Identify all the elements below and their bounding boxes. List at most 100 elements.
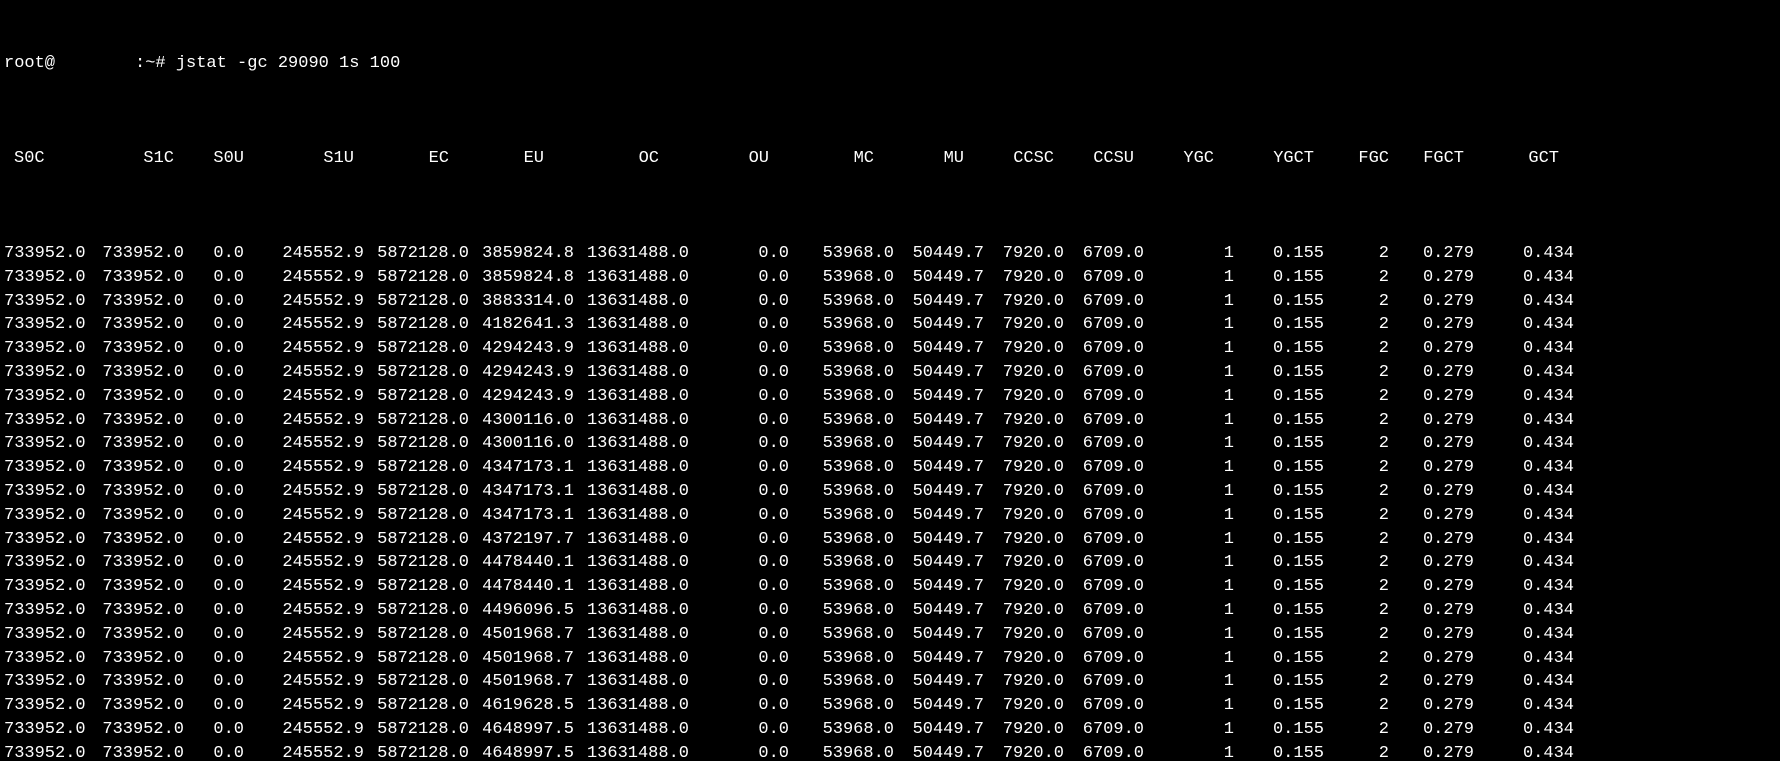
hdr-s1c: S1C [89, 147, 184, 171]
table-row: 733952.0733952.00.0245552.95872128.04501… [4, 647, 1776, 671]
cell: 13631488.0 [574, 480, 689, 504]
cell: 4294243.9 [469, 361, 574, 385]
cell: 0.0 [184, 290, 244, 314]
table-row: 733952.0733952.00.0245552.95872128.03859… [4, 242, 1776, 266]
cell: 13631488.0 [574, 242, 689, 266]
cell: 2 [1324, 432, 1389, 456]
cell: 0.0 [689, 385, 789, 409]
cell: 53968.0 [789, 456, 894, 480]
cell: 1 [1144, 385, 1234, 409]
cell: 2 [1324, 575, 1389, 599]
cell: 13631488.0 [574, 337, 689, 361]
cell: 0.0 [184, 361, 244, 385]
cell: 1 [1144, 742, 1234, 761]
cell: 0.155 [1234, 694, 1324, 718]
cell: 245552.9 [244, 504, 364, 528]
cell: 1 [1144, 409, 1234, 433]
cell: 13631488.0 [574, 551, 689, 575]
terminal[interactable]: root@:~# jstat -gc 29090 1s 100 S0C S1C … [0, 0, 1780, 761]
cell: 733952.0 [4, 385, 89, 409]
cell: 0.155 [1234, 670, 1324, 694]
hdr-mu: MU [894, 147, 984, 171]
cell: 50449.7 [894, 694, 984, 718]
cell: 733952.0 [89, 718, 184, 742]
cell: 0.0 [689, 742, 789, 761]
cell: 7920.0 [984, 290, 1064, 314]
cell: 53968.0 [789, 647, 894, 671]
cell: 13631488.0 [574, 266, 689, 290]
cell: 733952.0 [89, 337, 184, 361]
cell: 0.279 [1389, 504, 1474, 528]
cell: 53968.0 [789, 480, 894, 504]
cell: 0.0 [689, 694, 789, 718]
cell: 0.0 [689, 313, 789, 337]
cell: 7920.0 [984, 575, 1064, 599]
cell: 733952.0 [4, 504, 89, 528]
cell: 245552.9 [244, 623, 364, 647]
cell: 13631488.0 [574, 409, 689, 433]
cell: 0.434 [1474, 337, 1574, 361]
cell: 50449.7 [894, 290, 984, 314]
cell: 1 [1144, 290, 1234, 314]
cell: 53968.0 [789, 670, 894, 694]
cell: 6709.0 [1064, 456, 1144, 480]
cell: 733952.0 [89, 599, 184, 623]
cell: 53968.0 [789, 266, 894, 290]
cell: 6709.0 [1064, 551, 1144, 575]
cell: 1 [1144, 528, 1234, 552]
cell: 733952.0 [4, 623, 89, 647]
cell: 0.279 [1389, 313, 1474, 337]
cell: 50449.7 [894, 575, 984, 599]
cell: 0.0 [184, 456, 244, 480]
cell: 4496096.5 [469, 599, 574, 623]
cell: 4478440.1 [469, 575, 574, 599]
cell: 0.0 [184, 385, 244, 409]
table-row: 733952.0733952.00.0245552.95872128.04347… [4, 456, 1776, 480]
cell: 6709.0 [1064, 480, 1144, 504]
cell: 6709.0 [1064, 337, 1144, 361]
table-header: S0C S1C S0U S1U EC EU OC OU MC MU CCSC C… [4, 147, 1776, 171]
cell: 0.0 [184, 409, 244, 433]
cell: 13631488.0 [574, 647, 689, 671]
cell: 2 [1324, 409, 1389, 433]
cell: 245552.9 [244, 647, 364, 671]
cell: 733952.0 [89, 361, 184, 385]
cell: 0.434 [1474, 718, 1574, 742]
cell: 2 [1324, 361, 1389, 385]
cell: 1 [1144, 361, 1234, 385]
table-row: 733952.0733952.00.0245552.95872128.04347… [4, 504, 1776, 528]
cell: 0.434 [1474, 290, 1574, 314]
cell: 245552.9 [244, 290, 364, 314]
table-body: 733952.0733952.00.0245552.95872128.03859… [4, 242, 1776, 761]
cell: 53968.0 [789, 528, 894, 552]
cell: 0.434 [1474, 456, 1574, 480]
cell: 5872128.0 [364, 313, 469, 337]
hdr-ccsc: CCSC [984, 147, 1064, 171]
cell: 50449.7 [894, 313, 984, 337]
cell: 5872128.0 [364, 670, 469, 694]
cell: 0.279 [1389, 480, 1474, 504]
cell: 53968.0 [789, 385, 894, 409]
cell: 7920.0 [984, 551, 1064, 575]
cell: 2 [1324, 599, 1389, 623]
cell: 0.0 [184, 718, 244, 742]
cell: 4300116.0 [469, 409, 574, 433]
cell: 0.434 [1474, 528, 1574, 552]
cell: 0.155 [1234, 647, 1324, 671]
cell: 1 [1144, 337, 1234, 361]
cell: 733952.0 [4, 456, 89, 480]
cell: 0.279 [1389, 742, 1474, 761]
cell: 6709.0 [1064, 242, 1144, 266]
cell: 0.155 [1234, 742, 1324, 761]
cell: 245552.9 [244, 313, 364, 337]
cell: 0.434 [1474, 575, 1574, 599]
cell: 0.434 [1474, 647, 1574, 671]
cell: 1 [1144, 432, 1234, 456]
cell: 0.279 [1389, 409, 1474, 433]
cell: 5872128.0 [364, 432, 469, 456]
cell: 1 [1144, 242, 1234, 266]
cell: 0.0 [184, 670, 244, 694]
cell: 2 [1324, 456, 1389, 480]
cell: 0.155 [1234, 337, 1324, 361]
cell: 0.434 [1474, 694, 1574, 718]
